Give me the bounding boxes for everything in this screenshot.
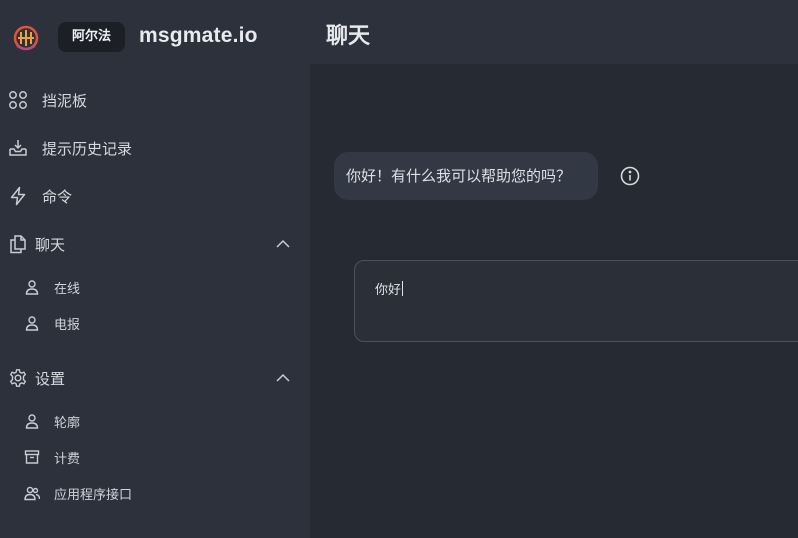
sidebar-item-online[interactable]: 在线 <box>0 270 310 304</box>
lightning-icon <box>10 186 26 206</box>
sidebar: 阿尔法 msgmate.io 挡泥板 提示历史记录 命令 聊天 在线 电报 设置… <box>0 0 310 538</box>
info-icon[interactable] <box>619 165 641 187</box>
sidebar-item-label: 应用程序接口 <box>54 487 133 503</box>
sidebar-item-dashboard[interactable]: 挡泥板 <box>0 80 310 120</box>
sidebar-item-prompt-history[interactable]: 提示历史记录 <box>0 128 310 168</box>
app-name[interactable]: msgmate.io <box>139 24 258 48</box>
header: 聊天 <box>310 0 798 64</box>
user-icon <box>25 280 39 295</box>
sidebar-item-label: 电报 <box>54 317 81 333</box>
sidebar-item-label: 挡泥板 <box>42 91 88 110</box>
chevron-up-icon[interactable] <box>275 370 291 386</box>
sidebar-group-settings[interactable]: 设置 <box>0 358 310 398</box>
archive-icon <box>24 450 40 464</box>
page-title: 聊天 <box>326 24 371 49</box>
sidebar-item-label: 命令 <box>42 187 73 206</box>
sidebar-item-telegram[interactable]: 电报 <box>0 306 310 340</box>
logo-icon <box>13 25 39 51</box>
documents-icon <box>10 235 26 254</box>
sidebar-item-billing[interactable]: 计费 <box>0 440 310 474</box>
message-input[interactable]: 你好 <box>354 260 798 342</box>
brand: 阿尔法 msgmate.io <box>0 0 310 70</box>
text-caret <box>402 281 404 296</box>
sidebar-group-chat[interactable]: 聊天 <box>0 224 310 264</box>
alpha-badge: 阿尔法 <box>58 22 126 52</box>
sidebar-item-commands[interactable]: 命令 <box>0 176 310 216</box>
sidebar-group-label: 聊天 <box>35 235 66 254</box>
sidebar-group-label: 设置 <box>35 369 66 388</box>
gear-icon <box>9 369 27 387</box>
sidebar-item-label: 轮廓 <box>54 415 81 431</box>
dashboard-icon <box>9 91 27 109</box>
users-icon <box>24 486 40 501</box>
sidebar-item-label: 计费 <box>54 451 81 467</box>
message-input-text: 你好 <box>375 279 404 298</box>
sidebar-item-api[interactable]: 应用程序接口 <box>0 476 310 510</box>
inbox-icon <box>9 140 27 156</box>
sidebar-item-profile[interactable]: 轮廓 <box>0 404 310 438</box>
sidebar-item-label: 提示历史记录 <box>42 139 133 158</box>
user-icon <box>25 316 39 331</box>
sidebar-item-label: 在线 <box>54 281 81 297</box>
message-input-value: 你好 <box>375 283 402 298</box>
chevron-up-icon[interactable] <box>275 236 291 252</box>
assistant-message: 你好！有什么我可以帮助您的吗？ <box>334 152 598 200</box>
user-icon <box>25 414 39 429</box>
